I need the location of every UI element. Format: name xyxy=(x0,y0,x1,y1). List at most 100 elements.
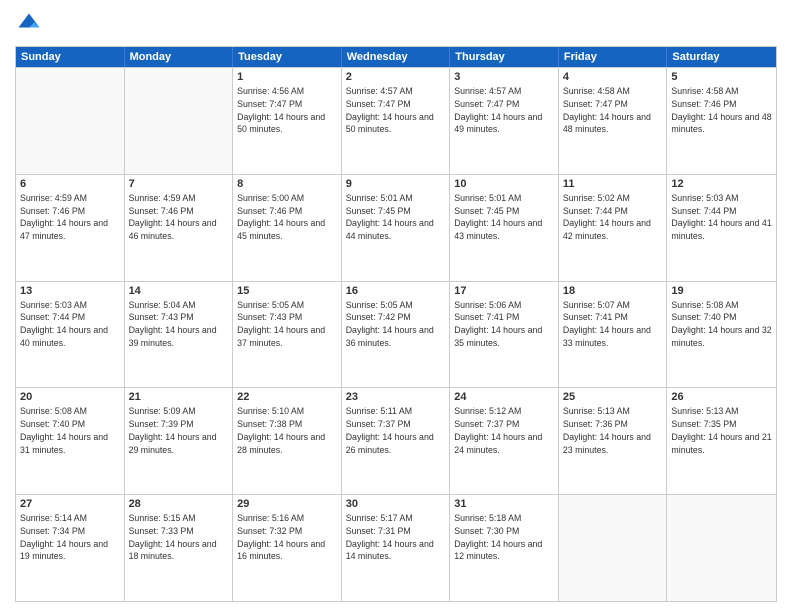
sun-info: Sunrise: 5:05 AM Sunset: 7:43 PM Dayligh… xyxy=(237,299,337,350)
day-number: 9 xyxy=(346,178,446,190)
day-number: 14 xyxy=(129,285,229,297)
logo xyxy=(15,10,47,38)
sun-info: Sunrise: 5:10 AM Sunset: 7:38 PM Dayligh… xyxy=(237,405,337,456)
day-number: 27 xyxy=(20,498,120,510)
calendar-cell: 30 Sunrise: 5:17 AM Sunset: 7:31 PM Dayli… xyxy=(342,495,451,601)
calendar-cell: 2 Sunrise: 4:57 AM Sunset: 7:47 PM Daylig… xyxy=(342,68,451,174)
weekday-header: Sunday xyxy=(16,47,125,67)
calendar-cell: 31Sunrise: 5:18 AM Sunset: 7:30 PM Dayli… xyxy=(450,495,559,601)
day-number: 24 xyxy=(454,391,554,403)
weekday-header: Friday xyxy=(559,47,668,67)
calendar-cell: 28 Sunrise: 5:15 AM Sunset: 7:33 PM Dayli… xyxy=(125,495,234,601)
calendar-cell: 18 Sunrise: 5:07 AM Sunset: 7:41 PM Dayli… xyxy=(559,282,668,388)
sun-info: Sunrise: 5:01 AM Sunset: 7:45 PM Dayligh… xyxy=(454,192,554,243)
day-number: 13 xyxy=(20,285,120,297)
calendar-cell: 29 Sunrise: 5:16 AM Sunset: 7:32 PM Dayli… xyxy=(233,495,342,601)
sun-info: Sunrise: 5:16 AM Sunset: 7:32 PM Dayligh… xyxy=(237,512,337,563)
day-number: 18 xyxy=(563,285,663,297)
calendar-cell: 6 Sunrise: 4:59 AM Sunset: 7:46 PM Daylig… xyxy=(16,175,125,281)
calendar-cell: 8 Sunrise: 5:00 AM Sunset: 7:46 PM Daylig… xyxy=(233,175,342,281)
sun-info: Sunrise: 4:57 AM Sunset: 7:47 PM Dayligh… xyxy=(454,85,554,136)
sun-info: Sunrise: 5:14 AM Sunset: 7:34 PM Dayligh… xyxy=(20,512,120,563)
calendar-cell: 26 Sunrise: 5:13 AM Sunset: 7:35 PM Dayli… xyxy=(667,388,776,494)
calendar-cell: 7 Sunrise: 4:59 AM Sunset: 7:46 PM Daylig… xyxy=(125,175,234,281)
sun-info: Sunrise: 5:13 AM Sunset: 7:36 PM Dayligh… xyxy=(563,405,663,456)
sun-info: Sunrise: 4:56 AM Sunset: 7:47 PM Dayligh… xyxy=(237,85,337,136)
weekday-header: Saturday xyxy=(667,47,776,67)
sun-info: Sunrise: 4:58 AM Sunset: 7:47 PM Dayligh… xyxy=(563,85,663,136)
calendar-cell: 10 Sunrise: 5:01 AM Sunset: 7:45 PM Dayli… xyxy=(450,175,559,281)
sun-info: Sunrise: 5:00 AM Sunset: 7:46 PM Dayligh… xyxy=(237,192,337,243)
calendar-cell: 1 Sunrise: 4:56 AM Sunset: 7:47 PM Daylig… xyxy=(233,68,342,174)
sun-info: Sunrise: 5:09 AM Sunset: 7:39 PM Dayligh… xyxy=(129,405,229,456)
calendar: SundayMondayTuesdayWednesdayThursdayFrid… xyxy=(15,46,777,602)
sun-info: Sunrise: 4:59 AM Sunset: 7:46 PM Dayligh… xyxy=(129,192,229,243)
day-number: 31 xyxy=(454,498,554,510)
day-number: 16 xyxy=(346,285,446,297)
calendar-cell xyxy=(125,68,234,174)
calendar-row: 13 Sunrise: 5:03 AM Sunset: 7:44 PM Dayli… xyxy=(16,281,776,388)
day-number: 15 xyxy=(237,285,337,297)
calendar-row: 20Sunrise: 5:08 AM Sunset: 7:40 PM Dayli… xyxy=(16,387,776,494)
day-number: 11 xyxy=(563,178,663,190)
sun-info: Sunrise: 5:12 AM Sunset: 7:37 PM Dayligh… xyxy=(454,405,554,456)
calendar-header: SundayMondayTuesdayWednesdayThursdayFrid… xyxy=(16,47,776,67)
sun-info: Sunrise: 5:05 AM Sunset: 7:42 PM Dayligh… xyxy=(346,299,446,350)
sun-info: Sunrise: 4:59 AM Sunset: 7:46 PM Dayligh… xyxy=(20,192,120,243)
calendar-cell: 25 Sunrise: 5:13 AM Sunset: 7:36 PM Dayli… xyxy=(559,388,668,494)
sun-info: Sunrise: 4:57 AM Sunset: 7:47 PM Dayligh… xyxy=(346,85,446,136)
weekday-header: Thursday xyxy=(450,47,559,67)
calendar-row: 1 Sunrise: 4:56 AM Sunset: 7:47 PM Daylig… xyxy=(16,67,776,174)
calendar-cell: 24 Sunrise: 5:12 AM Sunset: 7:37 PM Dayli… xyxy=(450,388,559,494)
day-number: 17 xyxy=(454,285,554,297)
day-number: 21 xyxy=(129,391,229,403)
day-number: 7 xyxy=(129,178,229,190)
sun-info: Sunrise: 5:06 AM Sunset: 7:41 PM Dayligh… xyxy=(454,299,554,350)
sun-info: Sunrise: 5:02 AM Sunset: 7:44 PM Dayligh… xyxy=(563,192,663,243)
sun-info: Sunrise: 4:58 AM Sunset: 7:46 PM Dayligh… xyxy=(671,85,772,136)
calendar-cell: 27 Sunrise: 5:14 AM Sunset: 7:34 PM Dayli… xyxy=(16,495,125,601)
calendar-cell: 9 Sunrise: 5:01 AM Sunset: 7:45 PM Daylig… xyxy=(342,175,451,281)
calendar-cell: 13 Sunrise: 5:03 AM Sunset: 7:44 PM Dayli… xyxy=(16,282,125,388)
day-number: 12 xyxy=(671,178,772,190)
calendar-cell xyxy=(559,495,668,601)
day-number: 22 xyxy=(237,391,337,403)
calendar-cell: 17 Sunrise: 5:06 AM Sunset: 7:41 PM Dayli… xyxy=(450,282,559,388)
day-number: 8 xyxy=(237,178,337,190)
calendar-row: 6 Sunrise: 4:59 AM Sunset: 7:46 PM Daylig… xyxy=(16,174,776,281)
sun-info: Sunrise: 5:03 AM Sunset: 7:44 PM Dayligh… xyxy=(20,299,120,350)
day-number: 23 xyxy=(346,391,446,403)
sun-info: Sunrise: 5:17 AM Sunset: 7:31 PM Dayligh… xyxy=(346,512,446,563)
calendar-row: 27 Sunrise: 5:14 AM Sunset: 7:34 PM Dayli… xyxy=(16,494,776,601)
day-number: 25 xyxy=(563,391,663,403)
calendar-cell: 16 Sunrise: 5:05 AM Sunset: 7:42 PM Dayli… xyxy=(342,282,451,388)
day-number: 29 xyxy=(237,498,337,510)
page-header xyxy=(15,10,777,38)
sun-info: Sunrise: 5:07 AM Sunset: 7:41 PM Dayligh… xyxy=(563,299,663,350)
calendar-body: 1 Sunrise: 4:56 AM Sunset: 7:47 PM Daylig… xyxy=(16,67,776,601)
weekday-header: Tuesday xyxy=(233,47,342,67)
calendar-cell: 21 Sunrise: 5:09 AM Sunset: 7:39 PM Dayli… xyxy=(125,388,234,494)
day-number: 20 xyxy=(20,391,120,403)
day-number: 1 xyxy=(237,71,337,83)
day-number: 28 xyxy=(129,498,229,510)
logo-icon xyxy=(15,10,43,38)
sun-info: Sunrise: 5:11 AM Sunset: 7:37 PM Dayligh… xyxy=(346,405,446,456)
day-number: 10 xyxy=(454,178,554,190)
weekday-header: Wednesday xyxy=(342,47,451,67)
sun-info: Sunrise: 5:04 AM Sunset: 7:43 PM Dayligh… xyxy=(129,299,229,350)
weekday-header: Monday xyxy=(125,47,234,67)
calendar-cell: 23 Sunrise: 5:11 AM Sunset: 7:37 PM Dayli… xyxy=(342,388,451,494)
day-number: 4 xyxy=(563,71,663,83)
sun-info: Sunrise: 5:01 AM Sunset: 7:45 PM Dayligh… xyxy=(346,192,446,243)
day-number: 2 xyxy=(346,71,446,83)
day-number: 26 xyxy=(671,391,772,403)
sun-info: Sunrise: 5:15 AM Sunset: 7:33 PM Dayligh… xyxy=(129,512,229,563)
day-number: 5 xyxy=(671,71,772,83)
calendar-cell xyxy=(667,495,776,601)
sun-info: Sunrise: 5:13 AM Sunset: 7:35 PM Dayligh… xyxy=(671,405,772,456)
day-number: 6 xyxy=(20,178,120,190)
day-number: 30 xyxy=(346,498,446,510)
day-number: 3 xyxy=(454,71,554,83)
calendar-cell: 20Sunrise: 5:08 AM Sunset: 7:40 PM Dayli… xyxy=(16,388,125,494)
